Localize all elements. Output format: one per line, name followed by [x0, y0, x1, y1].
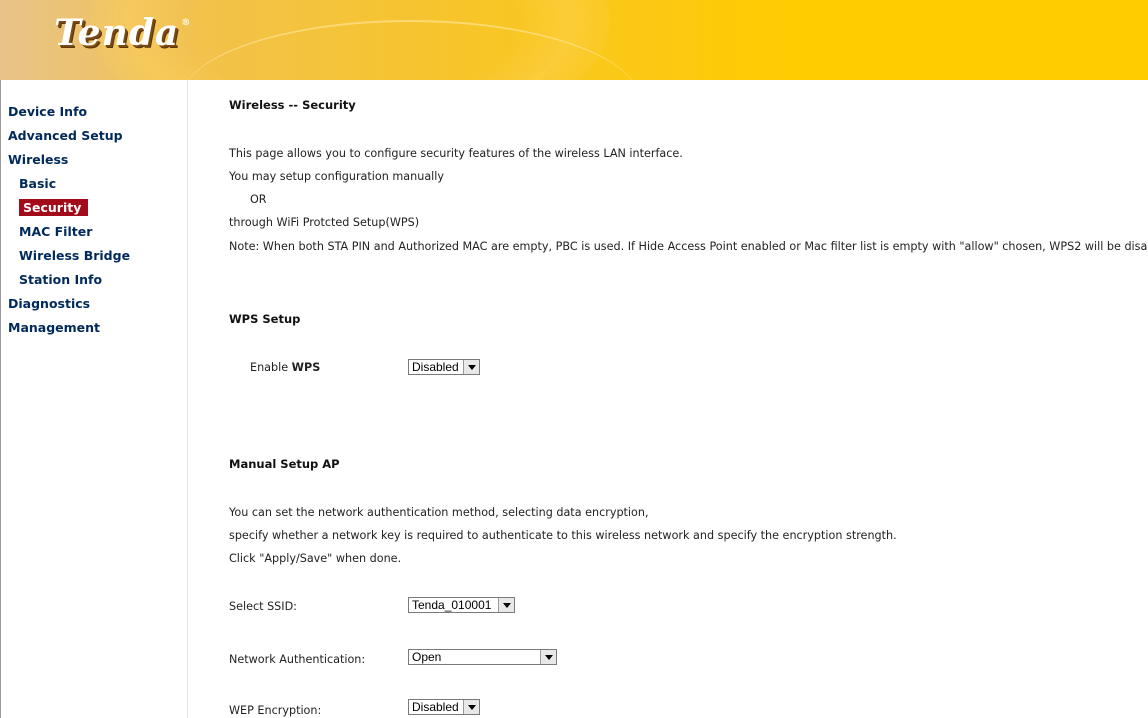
sidebar: Device Info Advanced Setup Wireless Basi… — [0, 80, 188, 718]
chevron-down-icon[interactable] — [463, 360, 479, 374]
sidebar-item-wireless-bridge[interactable]: Wireless Bridge — [8, 244, 130, 268]
wps-note: Note: When both STA PIN and Authorized M… — [229, 240, 1148, 253]
sidebar-item-label: Wireless Bridge — [19, 248, 131, 263]
network-authentication-label: Network Authentication: — [229, 653, 366, 666]
select-ssid-label: Select SSID: — [229, 600, 297, 613]
network-authentication-dropdown[interactable]: Open — [408, 649, 557, 665]
select-ssid-dropdown[interactable]: Tenda_010001 — [408, 597, 515, 613]
enable-wps-value: Disabled — [412, 360, 459, 374]
logo-registered-mark: ® — [181, 18, 192, 28]
sidebar-item-label: Station Info — [19, 272, 103, 287]
sidebar-item-station-info[interactable]: Station Info — [8, 268, 130, 292]
tenda-logo: Tenda ® — [54, 12, 191, 54]
wep-encryption-value: Disabled — [412, 700, 459, 714]
sidebar-item-label: Device Info — [8, 104, 88, 119]
logo-text: Tenda — [54, 12, 180, 54]
manual-setup-heading: Manual Setup AP — [229, 457, 340, 471]
sidebar-item-label: Basic — [19, 176, 57, 191]
sidebar-item-basic[interactable]: Basic — [8, 172, 130, 196]
chevron-down-icon[interactable] — [498, 598, 514, 612]
intro-line: You may setup configuration manually — [229, 170, 445, 183]
sidebar-item-label: Security — [19, 199, 89, 216]
header-banner: Tenda ® — [0, 0, 1148, 80]
page-title: Wireless -- Security — [229, 98, 356, 112]
intro-or: OR — [250, 193, 267, 206]
sidebar-item-label: MAC Filter — [19, 224, 93, 239]
sidebar-item-label: Diagnostics — [8, 296, 91, 311]
enable-wps-select[interactable]: Disabled — [408, 359, 480, 375]
manual-description: specify whether a network key is require… — [229, 529, 897, 542]
sidebar-item-advanced-setup[interactable]: Advanced Setup — [8, 124, 130, 148]
enable-wps-label-bold: WPS — [291, 361, 321, 374]
wep-encryption-dropdown[interactable]: Disabled — [408, 699, 480, 715]
sidebar-item-label: Wireless — [8, 152, 69, 167]
chevron-down-icon[interactable] — [463, 700, 479, 714]
intro-line: This page allows you to configure securi… — [229, 147, 683, 160]
sidebar-item-label: Advanced Setup — [8, 128, 123, 143]
sidebar-divider — [0, 80, 1, 718]
intro-line: through WiFi Protcted Setup(WPS) — [229, 216, 420, 229]
manual-description: Click "Apply/Save" when done. — [229, 552, 402, 565]
sidebar-item-security[interactable]: Security — [8, 196, 130, 220]
sidebar-nav: Device Info Advanced Setup Wireless Basi… — [8, 100, 130, 340]
manual-description: You can set the network authentication m… — [229, 506, 649, 519]
wps-setup-heading: WPS Setup — [229, 312, 301, 326]
enable-wps-label-prefix: Enable — [250, 361, 292, 374]
main-content: Wireless -- Security This page allows yo… — [229, 80, 1148, 718]
chevron-down-icon[interactable] — [540, 650, 556, 664]
network-authentication-value: Open — [412, 650, 442, 664]
sidebar-item-management[interactable]: Management — [8, 316, 130, 340]
wep-encryption-label: WEP Encryption: — [229, 704, 322, 717]
enable-wps-label: Enable WPS — [250, 361, 320, 374]
sidebar-item-device-info[interactable]: Device Info — [8, 100, 130, 124]
sidebar-item-label: Management — [8, 320, 101, 335]
select-ssid-value: Tenda_010001 — [412, 598, 492, 612]
sidebar-item-mac-filter[interactable]: MAC Filter — [8, 220, 130, 244]
sidebar-item-diagnostics[interactable]: Diagnostics — [8, 292, 130, 316]
sidebar-item-wireless[interactable]: Wireless — [8, 148, 130, 172]
